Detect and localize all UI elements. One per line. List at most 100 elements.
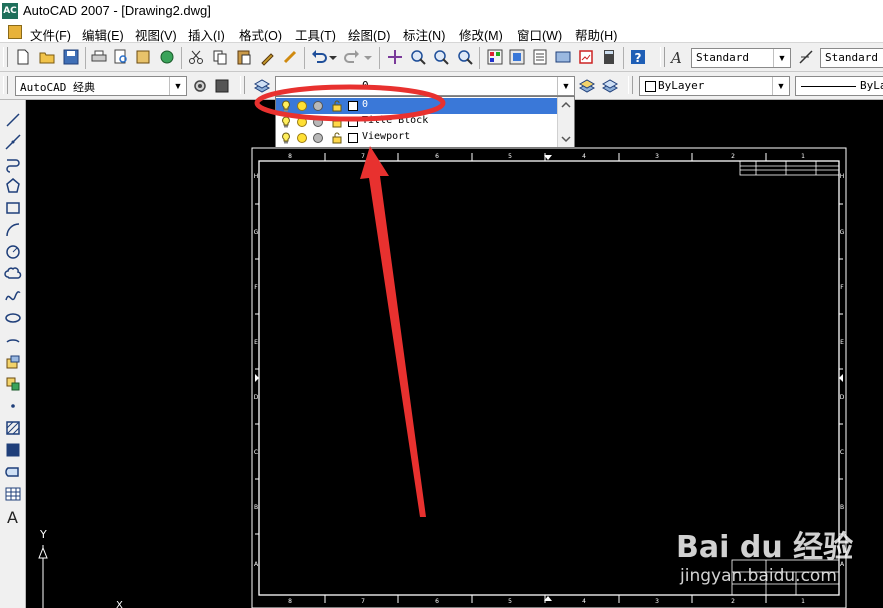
viewport-thaw-icon[interactable] <box>312 132 324 144</box>
save-icon[interactable] <box>61 47 81 67</box>
calculator-icon[interactable] <box>599 47 619 67</box>
dimension-style-select[interactable]: Standard <box>820 48 883 68</box>
standard-toolbar: ? A Standard ▼ Standard <box>0 42 883 72</box>
zone-letter: G <box>254 229 259 236</box>
zoom-realtime-icon[interactable] <box>408 47 428 67</box>
open-folder-icon[interactable] <box>37 47 57 67</box>
revision-cloud-icon[interactable] <box>3 264 23 284</box>
ellipse-arc-icon[interactable] <box>3 330 23 350</box>
document-menu-icon[interactable] <box>8 25 22 39</box>
chevron-down-icon[interactable]: ▼ <box>773 49 790 67</box>
pan-realtime-icon[interactable] <box>385 47 405 67</box>
multiline-text-icon[interactable]: A <box>3 506 23 526</box>
block-editor-icon[interactable] <box>280 47 300 67</box>
layer-on-bulb-icon[interactable] <box>280 116 292 128</box>
zoom-previous-icon[interactable] <box>455 47 475 67</box>
ellipse-icon[interactable] <box>3 308 23 328</box>
dimension-style-icon[interactable] <box>797 47 817 67</box>
layer-on-bulb-icon[interactable] <box>280 132 292 144</box>
arc-icon[interactable] <box>3 220 23 240</box>
layer-properties-manager-icon[interactable] <box>252 76 272 96</box>
point-icon[interactable] <box>3 396 23 416</box>
gradient-icon[interactable] <box>3 440 23 460</box>
copy-icon[interactable] <box>210 47 230 67</box>
chevron-down-icon[interactable]: ▼ <box>169 77 186 95</box>
new-file-icon[interactable] <box>13 47 33 67</box>
toolbar-grip[interactable] <box>240 76 245 94</box>
publish-icon[interactable] <box>133 47 153 67</box>
layer-on-bulb-icon[interactable] <box>280 100 292 112</box>
redo-icon[interactable] <box>342 47 362 67</box>
spline-icon[interactable] <box>3 286 23 306</box>
layer-color-swatch-icon[interactable] <box>347 132 359 144</box>
markup-set-manager-icon[interactable] <box>576 47 596 67</box>
linetype-control-select[interactable]: ByLa <box>795 76 883 96</box>
layer-select[interactable]: 0 ▼ <box>275 76 575 96</box>
globe-icon[interactable] <box>157 47 177 67</box>
text-style-select[interactable]: Standard ▼ <box>691 48 791 68</box>
viewport-thaw-icon[interactable] <box>312 100 324 112</box>
insert-block-icon[interactable] <box>3 352 23 372</box>
make-block-icon[interactable] <box>3 374 23 394</box>
region-icon[interactable] <box>3 462 23 482</box>
zone-letter: H <box>254 173 259 180</box>
undo-icon[interactable] <box>309 47 329 67</box>
color-control-select[interactable]: ByLayer ▼ <box>639 76 790 96</box>
save-workspace-icon[interactable] <box>212 76 232 96</box>
toolbar-grip[interactable] <box>3 76 8 94</box>
layer-option-viewport[interactable]: Viewport <box>276 130 558 146</box>
dropdown-scrollbar[interactable] <box>557 97 574 147</box>
unlock-icon[interactable] <box>331 132 343 144</box>
help-icon[interactable]: ? <box>628 47 648 67</box>
undo-dropdown-icon[interactable] <box>327 47 339 67</box>
match-properties-icon[interactable] <box>258 47 278 67</box>
zone-number: 3 <box>655 153 659 160</box>
chevron-down-icon[interactable]: ▼ <box>772 77 789 95</box>
print-preview-icon[interactable] <box>111 47 131 67</box>
redo-dropdown-icon[interactable] <box>362 47 374 67</box>
scroll-down-icon[interactable] <box>559 133 573 145</box>
table-icon[interactable] <box>3 484 23 504</box>
unlock-icon[interactable] <box>331 100 343 112</box>
line-icon[interactable] <box>3 110 23 130</box>
tool-palettes-icon[interactable] <box>530 47 550 67</box>
zoom-window-icon[interactable] <box>431 47 451 67</box>
layer-color-swatch-icon[interactable] <box>347 116 359 128</box>
polyline-icon[interactable] <box>3 154 23 174</box>
separator <box>304 47 305 69</box>
toolbar-grip[interactable] <box>3 47 8 67</box>
thaw-sun-icon[interactable] <box>296 132 308 144</box>
chevron-down-icon[interactable]: ▼ <box>557 77 574 95</box>
sheet-set-manager-icon[interactable] <box>553 47 573 67</box>
scroll-up-icon[interactable] <box>559 99 573 111</box>
design-center-icon[interactable] <box>507 47 527 67</box>
zone-number: 7 <box>361 598 365 605</box>
layer-option-title-block[interactable]: Title Block <box>276 114 558 130</box>
unlock-icon[interactable] <box>331 116 343 128</box>
zone-letter: C <box>840 449 844 456</box>
paste-icon[interactable] <box>234 47 254 67</box>
viewport-thaw-icon[interactable] <box>312 116 324 128</box>
cut-icon[interactable] <box>186 47 206 67</box>
properties-icon[interactable] <box>485 47 505 67</box>
layer-previous-icon[interactable] <box>600 76 620 96</box>
circle-icon[interactable] <box>3 242 23 262</box>
hatch-icon[interactable] <box>3 418 23 438</box>
layer-color-swatch-icon[interactable] <box>347 100 359 112</box>
construction-line-icon[interactable] <box>3 132 23 152</box>
rectangle-icon[interactable] <box>3 198 23 218</box>
layer-option-0[interactable]: 0 <box>276 98 558 114</box>
linetype-value: ByLa <box>860 79 883 92</box>
make-layer-current-icon[interactable] <box>577 76 597 96</box>
thaw-sun-icon[interactable] <box>296 116 308 128</box>
thaw-sun-icon[interactable] <box>296 100 308 112</box>
toolbar-grip[interactable] <box>628 76 633 94</box>
text-style-icon[interactable]: A <box>668 47 688 67</box>
polygon-icon[interactable] <box>3 176 23 196</box>
workspace-settings-icon[interactable] <box>190 76 210 96</box>
print-icon[interactable] <box>89 47 109 67</box>
ucs-y-label: Y <box>39 528 47 541</box>
zone-letter: A <box>254 561 259 568</box>
toolbar-grip[interactable] <box>660 47 665 67</box>
workspace-select[interactable]: AutoCAD 经典 ▼ <box>15 76 187 96</box>
